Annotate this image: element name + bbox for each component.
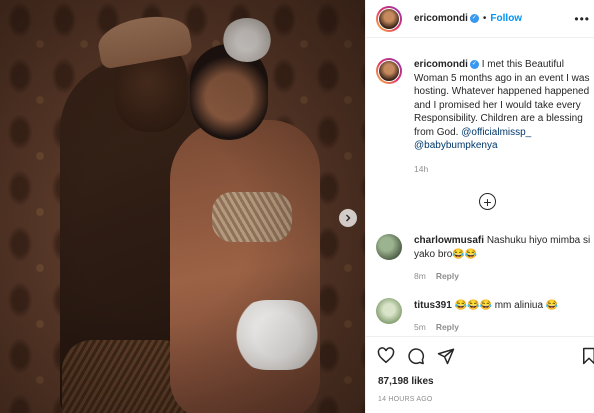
comment-username[interactable]: titus391 xyxy=(414,300,452,311)
like-count[interactable]: 87,198 likes xyxy=(378,376,434,387)
comment-text-block: titus391 😂😂😂 mm aliniua 😂 xyxy=(414,298,558,324)
post-header: ericomondi ✓ • Follow ••• xyxy=(366,0,594,38)
mention-link[interactable]: @babybumpkenya xyxy=(414,140,498,151)
add-comment-icon[interactable]: + xyxy=(479,193,496,210)
commenter-avatar[interactable] xyxy=(376,234,402,260)
follow-button[interactable]: Follow xyxy=(490,13,522,24)
post-sidebar: ericomondi ✓ • Follow ••• ericomondi ✓ I … xyxy=(365,0,594,413)
caption-author[interactable]: ericomondi xyxy=(414,59,468,70)
post-photo[interactable] xyxy=(0,0,365,413)
next-photo-button[interactable] xyxy=(339,209,357,227)
reply-button[interactable]: Reply xyxy=(436,271,459,281)
action-bar xyxy=(366,336,594,376)
comment-time: 5m xyxy=(414,322,426,332)
comment-username[interactable]: charlowmusafi xyxy=(414,235,484,246)
caption-verified-icon: ✓ xyxy=(469,59,479,69)
author-username[interactable]: ericomondi xyxy=(414,13,468,24)
comment-item: titus391 😂😂😂 mm aliniua 😂 5m Reply xyxy=(376,298,592,332)
comment-time: 8m xyxy=(414,271,426,281)
more-options-icon[interactable]: ••• xyxy=(574,12,590,26)
mention-link[interactable]: @officialmissp_ xyxy=(461,127,531,138)
verified-badge-icon: ✓ xyxy=(469,14,479,23)
caption-text-block: ericomondi ✓ I met this Beautiful Woman 5… xyxy=(414,58,592,153)
caption-time: 14h xyxy=(414,164,429,174)
share-icon[interactable] xyxy=(437,347,455,365)
bookmark-icon[interactable] xyxy=(582,347,594,365)
reply-button[interactable]: Reply xyxy=(436,322,459,332)
post-timestamp: 14 HOURS AGO xyxy=(378,396,433,403)
comment-text-block: charlowmusafi Nashuku hiyo mimba si yako… xyxy=(414,234,592,262)
post-caption: ericomondi ✓ I met this Beautiful Woman 5… xyxy=(376,58,592,153)
comment-body: 😂😂😂 mm aliniua 😂 xyxy=(454,300,559,311)
comment-item: charlowmusafi Nashuku hiyo mimba si yako… xyxy=(376,234,592,281)
caption-avatar[interactable] xyxy=(376,58,402,84)
comment-icon[interactable] xyxy=(407,347,425,365)
comment-meta: 5m Reply xyxy=(414,322,459,332)
commenter-avatar[interactable] xyxy=(376,298,402,324)
heart-icon[interactable] xyxy=(377,347,395,364)
author-avatar[interactable] xyxy=(376,5,402,32)
chevron-right-icon xyxy=(346,214,351,222)
header-separator: • xyxy=(482,13,487,24)
comment-meta: 8m Reply xyxy=(414,271,459,281)
photo-vignette xyxy=(0,0,365,413)
